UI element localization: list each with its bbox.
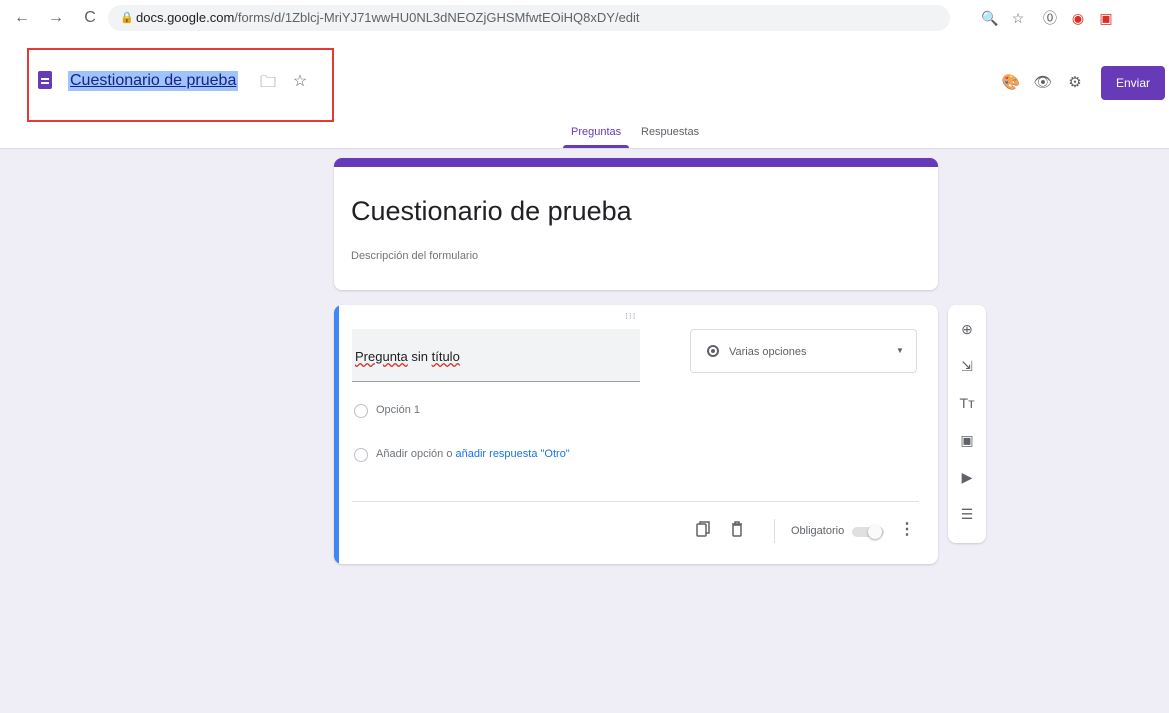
- record-extension-icon[interactable]: ◉: [1068, 8, 1088, 28]
- shield-extension-icon[interactable]: ▣: [1096, 8, 1116, 28]
- tab-responses[interactable]: Respuestas: [641, 126, 699, 138]
- address-bar[interactable]: 🔒 docs.google.com/forms/d/1Zblcj-MriYJ71…: [108, 5, 950, 31]
- url-host: docs.google.com: [136, 10, 235, 25]
- question-title-input[interactable]: Pregunta sin título: [352, 329, 640, 382]
- star-icon[interactable]: ☆: [290, 71, 310, 91]
- side-toolbar: ⊕ ⇲ Tт ▣ ▶ ☰: [948, 305, 986, 543]
- add-section-icon[interactable]: ☰: [957, 504, 977, 524]
- active-tab-indicator: [563, 145, 629, 148]
- forward-icon[interactable]: →: [46, 8, 66, 28]
- duplicate-icon[interactable]: [694, 521, 712, 539]
- required-toggle[interactable]: [850, 525, 886, 539]
- url-text: docs.google.com/forms/d/1Zblcj-MriYJ71ww…: [136, 10, 640, 25]
- settings-gear-icon[interactable]: ⚙: [1064, 72, 1086, 94]
- accent-bar: [334, 158, 938, 167]
- toggle-thumb: [868, 525, 882, 539]
- tab-bar: Preguntas Respuestas: [0, 120, 1169, 148]
- forms-header: Cuestionario de prueba 🗀 ☆ 🎨 👁 ⚙ Enviar …: [0, 38, 1169, 149]
- footer-separator: [774, 519, 775, 543]
- drag-handle-icon[interactable]: ⁝⁝⁝: [625, 311, 637, 322]
- url-path: /forms/d/1Zblcj-MriYJ71wwHU0NL3dNEOZjGHS…: [234, 10, 640, 25]
- delete-trash-icon[interactable]: [728, 521, 746, 539]
- footer-divider: [352, 501, 919, 502]
- extension-icon[interactable]: ⓪: [1040, 8, 1060, 28]
- folder-icon[interactable]: 🗀: [258, 71, 278, 98]
- import-questions-icon[interactable]: ⇲: [957, 356, 977, 376]
- add-title-icon[interactable]: Tт: [957, 393, 977, 413]
- form-title-card: Cuestionario de prueba Descripción del f…: [334, 158, 938, 290]
- question-title-word-2: sin: [407, 349, 432, 364]
- option-label[interactable]: Opción 1: [376, 404, 420, 416]
- reload-icon[interactable]: C: [80, 8, 100, 28]
- add-question-icon[interactable]: ⊕: [957, 319, 977, 339]
- form-description-input[interactable]: Descripción del formulario: [351, 250, 478, 262]
- required-label: Obligatorio: [791, 525, 845, 537]
- dropdown-arrow-icon: ▼: [896, 346, 904, 355]
- more-options-icon[interactable]: ⋮: [899, 519, 915, 539]
- add-option-radio-icon: [354, 448, 368, 462]
- back-icon[interactable]: ←: [12, 8, 32, 28]
- question-card[interactable]: ⁝⁝⁝ Pregunta sin título Varias opciones …: [334, 305, 938, 564]
- form-title-input[interactable]: Cuestionario de prueba: [351, 196, 632, 227]
- question-type-dropdown[interactable]: Varias opciones ▼: [690, 329, 917, 373]
- add-image-icon[interactable]: ▣: [957, 430, 977, 450]
- tab-questions[interactable]: Preguntas: [571, 126, 621, 138]
- add-option-text: Añadir opción o añadir respuesta "Otro": [376, 448, 570, 460]
- add-video-icon[interactable]: ▶: [957, 467, 977, 487]
- lock-icon[interactable]: 🔒: [120, 11, 134, 24]
- add-other-link[interactable]: añadir respuesta "Otro": [456, 448, 570, 460]
- palette-icon[interactable]: 🎨: [1000, 72, 1022, 94]
- question-title-word-1: Pregunta: [355, 349, 408, 364]
- search-icon[interactable]: 🔍: [980, 8, 1000, 28]
- browser-toolbar: ← → C 🔒 docs.google.com/forms/d/1Zblcj-M…: [0, 0, 1169, 39]
- send-button[interactable]: Enviar: [1101, 66, 1165, 100]
- document-title-input[interactable]: Cuestionario de prueba: [68, 71, 239, 91]
- bookmark-star-icon[interactable]: ☆: [1008, 8, 1028, 28]
- radio-button-icon: [707, 345, 719, 357]
- preview-eye-icon[interactable]: 👁: [1032, 72, 1054, 94]
- add-option-link[interactable]: Añadir opción: [376, 448, 443, 460]
- active-question-bar: [334, 305, 339, 564]
- question-title-word-3: título: [431, 349, 460, 364]
- question-type-label: Varias opciones: [729, 346, 807, 358]
- question-title-text: Pregunta sin título: [355, 349, 460, 364]
- option-radio-icon: [354, 404, 368, 418]
- forms-logo-icon[interactable]: [38, 71, 52, 89]
- or-text: o: [443, 448, 456, 460]
